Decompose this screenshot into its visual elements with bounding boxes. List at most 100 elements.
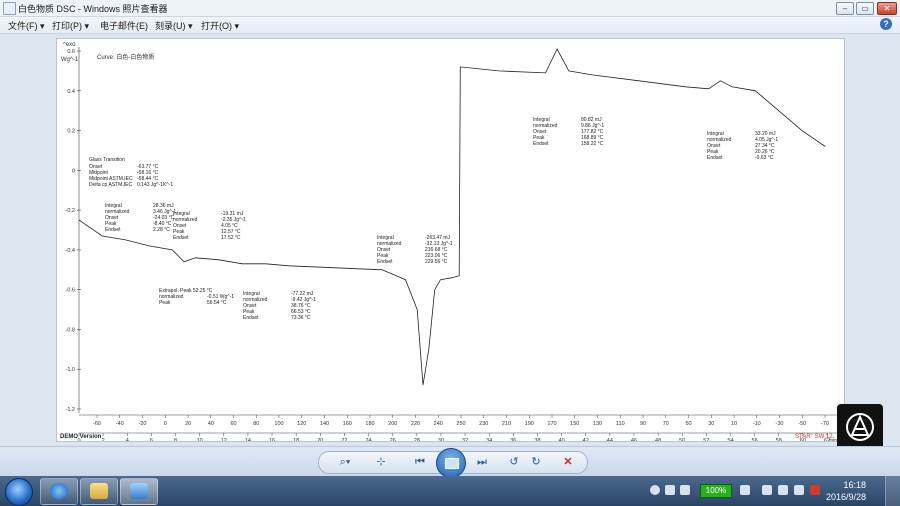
temperature-tick-label: 40 — [208, 421, 214, 427]
taskbar: 100% 16:18 2016/9/28 — [0, 476, 900, 506]
annotation-key: Endset — [105, 227, 121, 233]
sound-icon[interactable] — [794, 485, 804, 495]
flag-icon[interactable] — [762, 485, 772, 495]
maximize-button[interactable]: ▭ — [856, 2, 874, 15]
temperature-tick-label: 70 — [663, 421, 669, 427]
security-alert-icon[interactable] — [810, 485, 820, 495]
window-title: 白色物质 DSC - Windows 照片查看器 — [18, 4, 168, 14]
temperature-tick-label: 210 — [502, 421, 511, 427]
magnifier-icon[interactable]: ⌕▾ — [337, 455, 353, 469]
annotation-key: Endset — [173, 235, 189, 241]
title-bar: 白色物质 DSC - Windows 照片查看器 – ▭ ✕ — [0, 0, 900, 17]
annotation-value: 229.56 °C — [425, 259, 448, 265]
minimize-button[interactable]: – — [836, 2, 854, 15]
network-icon[interactable] — [680, 485, 690, 495]
star-software-label: STAR° SW 12. — [795, 434, 835, 440]
y-tick-label: 0.2 — [67, 129, 75, 135]
time-tick-label: 34 — [486, 438, 492, 441]
show-desktop-button[interactable] — [885, 476, 900, 506]
dsc-image: ^exo Wg^-1 Curve: 白色-白色物质 0.6 0.4 0.2 0 -0.2… — [56, 38, 845, 444]
temperature-tick-label: 140 — [320, 421, 329, 427]
time-tick-label: 24 — [365, 438, 371, 441]
rotate-clockwise-icon[interactable]: ↻ — [528, 455, 544, 469]
keyboard-icon[interactable] — [665, 485, 675, 495]
photo-viewer-app-icon — [3, 2, 16, 15]
taskbar-explorer[interactable] — [80, 478, 118, 505]
time-tick-label: 32 — [462, 438, 468, 441]
time-tick-label: 48 — [655, 438, 661, 441]
time-tick-label: 22 — [341, 438, 347, 441]
temperature-tick-label: -20 — [139, 421, 147, 427]
power-icon[interactable] — [740, 485, 750, 495]
time-tick-label: 20 — [317, 438, 323, 441]
temperature-tick-label: -60 — [93, 421, 101, 427]
temperature-tick-label: 170 — [547, 421, 556, 427]
time-tick-label: 38 — [534, 438, 540, 441]
time-tick-label: 44 — [607, 438, 613, 441]
time-tick-label: 52 — [703, 438, 709, 441]
close-button[interactable]: ✕ — [877, 2, 897, 15]
temperature-tick-label: 190 — [525, 421, 534, 427]
next-icon[interactable]: ⏭ — [474, 455, 490, 469]
battery-indicator[interactable]: 100% — [700, 484, 732, 498]
y-tick-label: 0.6 — [67, 49, 75, 55]
time-tick-label: 30 — [438, 438, 444, 441]
temperature-tick-label: 200 — [388, 421, 397, 427]
taskbar-ie[interactable] — [40, 478, 78, 505]
start-button[interactable] — [5, 478, 33, 506]
time-tick-label: 6 — [150, 438, 153, 441]
y-tick-label: -1.0 — [66, 367, 75, 373]
annotation-key: Endset — [243, 315, 259, 321]
menu-file[interactable]: 文件(F) ▾ — [8, 19, 45, 32]
menu-email[interactable]: 电子邮件(E) — [100, 19, 148, 32]
language-icon[interactable] — [650, 485, 660, 495]
menu-burn[interactable]: 刻录(U) ▾ — [155, 19, 193, 32]
temperature-tick-label: 30 — [708, 421, 714, 427]
previous-icon[interactable]: ⏮ — [412, 455, 428, 469]
temperature-tick-label: 120 — [297, 421, 306, 427]
temperature-tick-label: 100 — [274, 421, 283, 427]
menu-print[interactable]: 打印(P) ▾ — [52, 19, 89, 32]
delete-icon[interactable]: ✕ — [560, 455, 576, 469]
menu-open[interactable]: 打开(O) ▾ — [201, 19, 239, 32]
annotation-value: -0.63 °C — [755, 155, 774, 161]
y-tick-label: -0.8 — [66, 327, 75, 333]
slideshow-icon[interactable] — [436, 448, 466, 478]
help-icon[interactable]: ? — [880, 18, 892, 30]
taskbar-photo-viewer[interactable] — [120, 478, 158, 505]
time-tick-label: 8 — [174, 438, 177, 441]
temperature-tick-label: 220 — [411, 421, 420, 427]
clock-date: 2016/9/28 — [825, 492, 866, 502]
temperature-tick-label: -30 — [776, 421, 784, 427]
annotation-key: Endset — [707, 155, 723, 161]
photo-viewer-icon — [130, 483, 148, 499]
time-tick-label: 14 — [245, 438, 251, 441]
system-clock[interactable]: 16:18 2016/9/28 — [826, 479, 866, 503]
folder-icon — [90, 483, 108, 499]
time-tick-label: 18 — [293, 438, 299, 441]
annotation-value: 0.143 Jg^-1K^-1 — [137, 182, 173, 188]
temperature-tick-label: 60 — [230, 421, 236, 427]
annotation-value: 2.28 °C — [153, 227, 170, 233]
internet-explorer-icon — [50, 483, 68, 499]
time-tick-label: 4 — [126, 438, 129, 441]
curve-label: Curve: 白色-白色物质 — [97, 53, 154, 61]
fit-window-icon[interactable]: ⊹ — [373, 455, 389, 469]
temperature-tick-label: -10 — [753, 421, 761, 427]
time-tick-label: 40 — [559, 438, 565, 441]
time-tick-label: 50 — [679, 438, 685, 441]
time-tick-label: 36 — [510, 438, 516, 441]
rotate-counterclockwise-icon[interactable]: ↺ — [506, 455, 522, 469]
monitor-icon[interactable] — [778, 485, 788, 495]
annotation-key: Delta cp ASTM,IEC — [89, 182, 132, 188]
time-tick-label: 46 — [631, 438, 637, 441]
annotation-value: 56.54 °C — [207, 300, 227, 306]
temperature-tick-label: 10 — [731, 421, 737, 427]
time-tick-label: 26 — [390, 438, 396, 441]
time-tick-label: 2 — [102, 438, 105, 441]
time-tick-label: 42 — [583, 438, 589, 441]
watermark-logo — [837, 404, 883, 450]
corner-label: ^exo — [63, 42, 76, 48]
time-tick-label: 28 — [414, 438, 420, 441]
y-tick-label: 0 — [72, 168, 75, 174]
